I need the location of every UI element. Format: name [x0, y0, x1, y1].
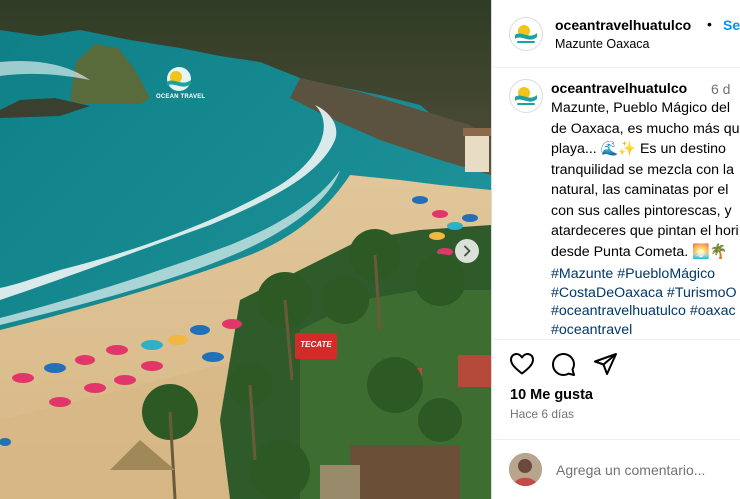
chevron-right-icon: [464, 245, 471, 257]
comment-bar: [492, 439, 740, 499]
post-header: oceantravelhuatulco • Seguir Mazunte Oax…: [492, 0, 740, 68]
brand-logo-icon: [515, 25, 537, 43]
beach-scene: [0, 0, 491, 499]
post-photo[interactable]: OCEAN TRAVEL TECATE: [0, 0, 491, 499]
header-dot-separator: •: [707, 16, 712, 32]
tecate-sign-text: TECATE: [300, 340, 332, 349]
brand-watermark-logo: OCEAN TRAVEL: [156, 64, 206, 106]
viewer-avatar: [509, 453, 542, 486]
watermark-text: OCEAN TRAVEL: [156, 94, 206, 100]
next-photo-button[interactable]: [455, 239, 479, 263]
caption-time: 6 d: [711, 81, 731, 97]
heart-icon: [510, 353, 534, 375]
avatar[interactable]: [509, 17, 543, 51]
caption-username[interactable]: oceantravelhuatulco: [551, 80, 687, 96]
follow-button[interactable]: Seguir: [723, 17, 740, 33]
caption-hashtags[interactable]: #Mazunte #PuebloMágico #CostaDeOaxaca #T…: [551, 265, 740, 339]
speech-bubble-icon: [552, 353, 575, 376]
paper-plane-icon: [594, 353, 617, 375]
header-location[interactable]: Mazunte Oaxaca: [555, 37, 650, 51]
share-button[interactable]: [593, 352, 618, 381]
caption-text: Mazunte, Pueblo Mágico del de Oaxaca, es…: [551, 100, 740, 260]
comment-button[interactable]: [551, 352, 576, 382]
header-username[interactable]: oceantravelhuatulco: [555, 17, 691, 33]
caption-avatar[interactable]: [509, 79, 543, 113]
likes-count[interactable]: 10 Me gusta: [510, 387, 593, 403]
comment-input[interactable]: [556, 458, 736, 482]
user-photo-icon: [509, 453, 542, 486]
post-timestamp: Hace 6 días: [510, 407, 575, 421]
caption-section: oceantravelhuatulco 6 d Mazunte, Pueblo …: [492, 67, 740, 339]
post-actions: 10 Me gusta Hace 6 días: [492, 339, 740, 440]
post-side-panel: oceantravelhuatulco • Seguir Mazunte Oax…: [491, 0, 740, 499]
like-button[interactable]: [509, 352, 535, 381]
brand-logo-icon: [515, 87, 537, 105]
